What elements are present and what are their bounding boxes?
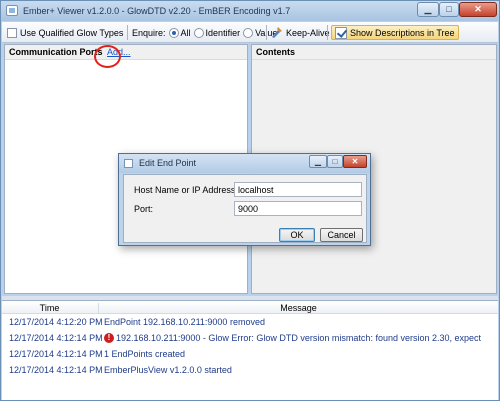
log-row[interactable]: 12/17/2014 4:12:14 PM EmberPlusView v1.2…: [2, 362, 498, 378]
dialog-body: Host Name or IP Address: Port: OK Cancel: [123, 174, 367, 243]
keep-alive-label: Keep-Alive: [286, 27, 330, 38]
cancel-button[interactable]: Cancel: [320, 228, 363, 242]
use-qualified-checkbox[interactable]: [7, 27, 17, 38]
toolbar: Use Qualified Glow Types Enquire: All Id…: [2, 22, 498, 43]
enquire-all-radio[interactable]: [168, 27, 179, 38]
app-icon: [6, 5, 18, 16]
port-input[interactable]: [234, 201, 362, 216]
dialog-minimize-button[interactable]: ▁: [309, 155, 327, 168]
dialog-close-button[interactable]: ✕: [343, 155, 367, 168]
log-time: 12/17/2014 4:12:14 PM: [9, 333, 103, 343]
contents-header: Contents: [252, 45, 496, 60]
communication-ports-header: Communication Ports Add...: [5, 45, 247, 60]
enquire-identifier-label[interactable]: Identifier: [206, 28, 241, 38]
time-column-header[interactable]: Time: [2, 303, 97, 313]
log-message: 192.168.10.211:9000 - Glow Error: Glow D…: [116, 333, 482, 343]
minimize-button[interactable]: ▁: [417, 2, 439, 17]
log-time: 12/17/2014 4:12:14 PM: [9, 365, 103, 375]
title-bar[interactable]: Ember+ Viewer v1.2.0.0 - GlowDTD v2.20 -…: [1, 1, 499, 21]
dialog-title: Edit End Point: [139, 158, 197, 168]
message-column-header[interactable]: Message: [98, 303, 498, 313]
show-descriptions-toggle[interactable]: Show Descriptions in Tree: [331, 25, 459, 40]
communication-ports-title: Communication Ports: [9, 47, 103, 57]
host-label: Host Name or IP Address:: [134, 185, 238, 195]
keep-alive-button[interactable]: Keep-Alive: [270, 25, 330, 40]
toolbar-separator: [327, 25, 328, 40]
checkmark-icon: [335, 26, 347, 39]
show-descriptions-label: Show Descriptions in Tree: [350, 27, 455, 38]
enquire-identifier-radio[interactable]: [193, 27, 204, 38]
log-message: EmberPlusView v1.2.0.0 started: [104, 365, 232, 375]
enquire-all-label[interactable]: All: [181, 28, 191, 38]
enquire-group: Enquire: All Identifier Value: [132, 25, 277, 40]
ok-button[interactable]: OK: [279, 228, 315, 242]
log-row[interactable]: 12/17/2014 4:12:14 PM ! 192.168.10.211:9…: [2, 330, 498, 346]
log-time: 12/17/2014 4:12:20 PM: [9, 317, 103, 327]
add-port-link[interactable]: Add...: [107, 47, 131, 57]
use-qualified-glow-types-toggle[interactable]: Use Qualified Glow Types: [7, 25, 123, 40]
log-row[interactable]: 12/17/2014 4:12:20 PM EndPoint 192.168.1…: [2, 314, 498, 330]
error-icon: !: [104, 333, 114, 343]
use-qualified-label: Use Qualified Glow Types: [20, 27, 124, 38]
keep-alive-icon: [272, 27, 282, 38]
log-message: EndPoint 192.168.10.211:9000 removed: [104, 317, 265, 327]
dialog-maximize-button[interactable]: □: [327, 155, 343, 168]
log-list: Time Message 12/17/2014 4:12:20 PM EndPo…: [2, 300, 498, 400]
dialog-title-bar[interactable]: Edit End Point ▁ □ ✕: [119, 154, 370, 173]
port-label: Port:: [134, 204, 154, 214]
main-window: Ember+ Viewer v1.2.0.0 - GlowDTD v2.20 -…: [0, 0, 500, 401]
dialog-window-icon: [124, 159, 133, 168]
log-row[interactable]: 12/17/2014 4:12:14 PM 1 EndPoints create…: [2, 346, 498, 362]
toolbar-separator: [266, 25, 267, 40]
window-title: Ember+ Viewer v1.2.0.0 - GlowDTD v2.20 -…: [23, 6, 291, 16]
edit-endpoint-dialog: Edit End Point ▁ □ ✕ Host Name or IP Add…: [118, 153, 371, 246]
log-message: 1 EndPoints created: [104, 349, 186, 359]
close-button[interactable]: ✕: [459, 2, 497, 17]
enquire-value-radio[interactable]: [243, 27, 254, 38]
log-time: 12/17/2014 4:12:14 PM: [9, 349, 103, 359]
log-header: Time Message: [2, 301, 498, 314]
maximize-button[interactable]: □: [439, 2, 459, 17]
host-input[interactable]: [234, 182, 362, 197]
enquire-label: Enquire:: [132, 27, 166, 38]
toolbar-separator: [127, 25, 128, 40]
